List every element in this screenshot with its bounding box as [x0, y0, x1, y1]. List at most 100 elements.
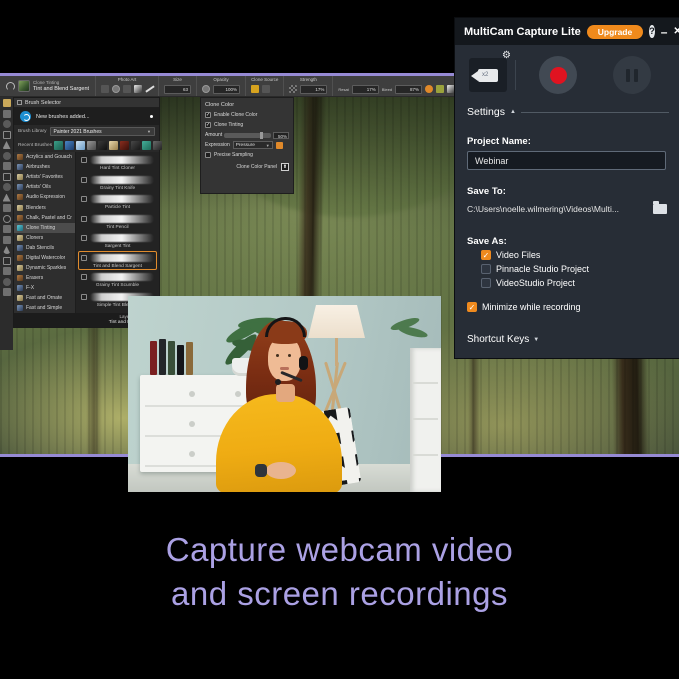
clone-tinting-checkbox[interactable]: ✓	[205, 122, 211, 128]
tool-icon[interactable]	[3, 236, 11, 244]
shortcut-keys-expander[interactable]: Shortcut Keys ▼	[467, 334, 539, 345]
brush-library-dropdown[interactable]: Painter 2021 Brushes ▼	[50, 127, 155, 136]
tool-icon[interactable]	[3, 120, 11, 128]
brush-category[interactable]: F-X	[14, 283, 75, 293]
recent-brush-icon[interactable]	[54, 141, 63, 150]
brush-category[interactable]: Dab Stencils	[14, 243, 75, 253]
expression-dropdown[interactable]: Pressure ▼	[233, 141, 273, 149]
videostudio-project-checkbox[interactable]	[481, 278, 491, 288]
brush-category[interactable]: Airbrushes	[14, 162, 75, 172]
toolbar-current-brush[interactable]: Clone Tinting Tint and Blend Sargent	[0, 76, 95, 96]
strength-slider[interactable]: 17%	[300, 85, 327, 94]
pause-button[interactable]	[613, 56, 651, 94]
photo-art-icon[interactable]	[101, 85, 109, 93]
video-files-checkbox[interactable]: ✓	[481, 250, 491, 260]
tool-icon[interactable]	[3, 215, 11, 223]
brush-tool-icon[interactable]	[3, 99, 11, 107]
camera-source-button[interactable]: x2 ⚙	[469, 58, 507, 92]
clone-stamp-icon[interactable]	[251, 85, 259, 93]
tool-icon[interactable]	[3, 278, 11, 286]
brush-thumbnail-icon[interactable]	[18, 80, 30, 92]
brush-category[interactable]: Acrylics and Gouache	[14, 152, 75, 162]
brush-category[interactable]: Digital Watercolor	[14, 253, 75, 263]
enable-clone-color-checkbox[interactable]: ✓	[205, 112, 211, 118]
record-button[interactable]	[539, 56, 577, 94]
brush-category[interactable]: Dynamic Sparkles	[14, 263, 75, 273]
toolbar-group-size: Size 63	[158, 76, 196, 96]
media-color-icon[interactable]	[425, 85, 433, 93]
caption: Capture webcam video and screen recordin…	[0, 528, 679, 616]
reset-tool-icon[interactable]	[6, 82, 15, 91]
recent-brush-icon[interactable]	[131, 141, 140, 150]
brush-category[interactable]: Fast and Simple	[14, 303, 75, 313]
open-panel-button[interactable]: ⬆	[281, 163, 289, 171]
tool-icon[interactable]	[3, 152, 11, 160]
brush-category[interactable]: Artists' Favorites	[14, 172, 75, 182]
photo-art-icon[interactable]	[112, 85, 120, 93]
brush-category[interactable]: Erasers	[14, 273, 75, 283]
minimize-while-recording-checkbox[interactable]: ✓	[467, 302, 477, 312]
brush-variant[interactable]: Sargent Tint	[78, 231, 157, 251]
project-name-input[interactable]	[467, 151, 666, 170]
tool-icon[interactable]	[3, 267, 11, 275]
folder-browse-icon[interactable]	[653, 204, 667, 214]
minimize-icon[interactable]: –	[661, 27, 668, 37]
tool-icon[interactable]	[3, 141, 11, 149]
expression-settings-icon[interactable]	[276, 142, 283, 149]
media-gradient-icon[interactable]	[447, 85, 455, 93]
tool-icon[interactable]	[3, 204, 11, 212]
recent-brush-icon[interactable]	[87, 141, 96, 150]
brush-variant[interactable]: Grainy Tint Knife	[78, 173, 157, 193]
recent-brush-icon[interactable]	[142, 141, 151, 150]
media-pen-icon[interactable]	[436, 85, 444, 93]
brush-panel-header[interactable]: Brush Selector	[14, 98, 159, 108]
photo-art-icon[interactable]	[134, 85, 142, 93]
tool-icon[interactable]	[3, 183, 11, 191]
brush-category[interactable]: Blenders	[14, 202, 75, 212]
brush-category[interactable]: Cloners	[14, 233, 75, 243]
recent-brush-icon[interactable]	[153, 141, 162, 150]
recent-brush-icon[interactable]	[109, 141, 118, 150]
recent-brush-icon[interactable]	[65, 141, 74, 150]
settings-expander[interactable]: Settings ▲	[467, 106, 669, 118]
brush-variant[interactable]: Tint Pencil	[78, 212, 157, 232]
brush-category[interactable]: Fast and Ornate	[14, 293, 75, 303]
pinnacle-project-checkbox[interactable]	[481, 264, 491, 274]
amount-slider[interactable]	[224, 133, 271, 138]
new-brushes-notification[interactable]: New brushes added...	[14, 108, 159, 125]
close-icon[interactable]: ✕	[673, 26, 679, 37]
brush-variant[interactable]: Grainy Tint Scumble	[78, 270, 157, 290]
brush-category[interactable]: Artists' Oils	[14, 182, 75, 192]
recent-brush-icon[interactable]	[120, 141, 129, 150]
brush-category-selected[interactable]: Clone Tinting	[14, 223, 75, 233]
brush-category[interactable]: Audio Expression	[14, 192, 75, 202]
woman-mouth	[280, 367, 289, 370]
opacity-slider[interactable]: 100%	[213, 85, 240, 94]
clone-brush-icon[interactable]	[262, 85, 270, 93]
recent-brush-icon[interactable]	[76, 141, 85, 150]
bleed-slider[interactable]: 87%	[395, 85, 422, 94]
category-icon	[17, 275, 23, 281]
photo-art-icon[interactable]	[123, 85, 131, 93]
tool-icon[interactable]	[3, 257, 11, 265]
tool-icon[interactable]	[3, 225, 11, 233]
brush-variant[interactable]: Particle Tint	[78, 192, 157, 212]
brush-variant[interactable]: Hard Tint Cloner	[78, 153, 157, 173]
resat-slider[interactable]: 17%	[352, 85, 379, 94]
recent-brush-icon[interactable]	[98, 141, 107, 150]
tool-icon[interactable]	[3, 162, 11, 170]
tool-icon[interactable]	[3, 131, 11, 139]
size-slider[interactable]: 63	[164, 85, 191, 94]
photo-art-icon[interactable]	[145, 85, 153, 93]
tool-icon[interactable]	[3, 246, 11, 254]
brush-variant-selected[interactable]: Tint and Blend Sargent	[78, 251, 157, 271]
notification-dot-icon[interactable]	[150, 115, 153, 118]
tool-icon[interactable]	[3, 194, 11, 202]
tool-icon[interactable]	[3, 173, 11, 181]
upgrade-button[interactable]: Upgrade	[587, 25, 643, 39]
brush-category[interactable]: Chalk, Pastel and Crayons	[14, 213, 75, 223]
tool-icon[interactable]	[3, 288, 11, 296]
tool-icon[interactable]	[3, 110, 11, 118]
precise-sampling-checkbox[interactable]	[205, 152, 211, 158]
help-icon[interactable]: ?	[649, 25, 655, 38]
